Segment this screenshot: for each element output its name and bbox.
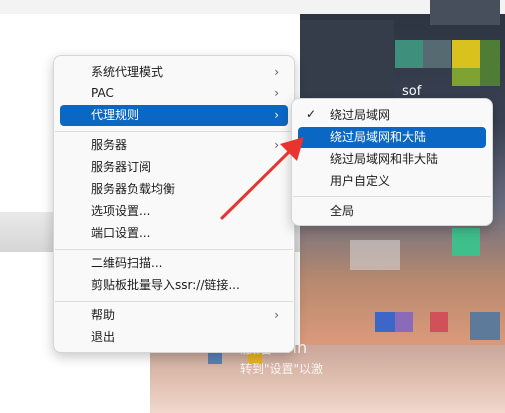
menu-item-servers[interactable]: 服务器 › bbox=[60, 135, 288, 156]
desktop-icon-tile[interactable] bbox=[452, 228, 480, 256]
desktop-icon-tile[interactable] bbox=[452, 68, 480, 86]
menu-item-label: 服务器负载均衡 bbox=[91, 182, 176, 196]
desktop-icon-tile[interactable] bbox=[375, 312, 395, 332]
submenu-item-label: 全局 bbox=[330, 204, 355, 218]
submenu-item-global[interactable]: 全局 bbox=[298, 201, 486, 222]
menu-item-label: 服务器订阅 bbox=[91, 160, 152, 174]
desktop-icon-tile[interactable] bbox=[452, 40, 480, 68]
menu-item-label: 代理规则 bbox=[91, 108, 140, 122]
desktop-icon-tile bbox=[300, 20, 394, 98]
chevron-right-icon: › bbox=[274, 138, 279, 152]
tray-context-menu: 系统代理模式 › PAC › 代理规则 › 服务器 › 服务器订阅 服务器负载均… bbox=[53, 55, 295, 353]
checkmark-icon: ✓ bbox=[306, 107, 317, 121]
menu-separator bbox=[55, 249, 293, 250]
menu-item-label: PAC bbox=[91, 86, 114, 100]
menu-item-import-clipboard[interactable]: 剪贴板批量导入ssr://链接... bbox=[60, 275, 288, 296]
submenu-item-label: 用户自定义 bbox=[330, 174, 391, 188]
menu-item-label: 退出 bbox=[91, 330, 116, 344]
menu-item-label: 端口设置... bbox=[91, 226, 151, 240]
menu-item-scan-qr[interactable]: 二维码扫描... bbox=[60, 253, 288, 274]
desktop-icon-tile[interactable] bbox=[430, 312, 448, 332]
submenu-item-user-defined[interactable]: 用户自定义 bbox=[298, 171, 486, 192]
desktop-icon-tile bbox=[430, 0, 500, 25]
menu-separator bbox=[55, 131, 293, 132]
submenu-item-bypass-lan[interactable]: ✓ 绕过局域网 bbox=[298, 105, 486, 126]
submenu-item-label: 绕过局域网和大陆 bbox=[330, 130, 427, 144]
submenu-item-label: 绕过局域网和非大陆 bbox=[330, 152, 439, 166]
chevron-right-icon: › bbox=[274, 86, 279, 100]
wallpaper-bottom bbox=[150, 345, 505, 413]
proxy-rules-submenu: ✓ 绕过局域网 绕过局域网和大陆 绕过局域网和非大陆 用户自定义 全局 bbox=[291, 98, 493, 226]
menu-item-label: 选项设置... bbox=[91, 204, 151, 218]
desktop-icon-tile[interactable] bbox=[480, 40, 500, 86]
menu-item-load-balance[interactable]: 服务器负载均衡 bbox=[60, 179, 288, 200]
menu-item-proxy-rules[interactable]: 代理规则 › bbox=[60, 105, 288, 126]
menu-item-label: 服务器 bbox=[91, 138, 128, 152]
desktop-icon-tile[interactable] bbox=[395, 40, 423, 68]
menu-item-label: 帮助 bbox=[91, 308, 116, 322]
menu-item-system-proxy-mode[interactable]: 系统代理模式 › bbox=[60, 62, 288, 83]
menu-item-label: 二维码扫描... bbox=[91, 256, 163, 270]
menu-item-exit[interactable]: 退出 bbox=[60, 327, 288, 348]
menu-separator bbox=[293, 196, 491, 197]
chevron-right-icon: › bbox=[274, 65, 279, 79]
submenu-item-bypass-lan-non-china[interactable]: 绕过局域网和非大陆 bbox=[298, 149, 486, 170]
desktop-partial-text: sof bbox=[402, 84, 422, 99]
desktop-icon-tile[interactable] bbox=[423, 40, 451, 68]
menu-item-pac[interactable]: PAC › bbox=[60, 83, 288, 104]
chevron-right-icon: › bbox=[274, 108, 279, 122]
activation-watermark-hint: 转到"设置"以激 bbox=[240, 362, 324, 376]
menu-item-server-subscription[interactable]: 服务器订阅 bbox=[60, 157, 288, 178]
menu-separator bbox=[55, 301, 293, 302]
submenu-item-label: 绕过局域网 bbox=[330, 108, 391, 122]
menu-item-help[interactable]: 帮助 › bbox=[60, 305, 288, 326]
menu-item-label: 系统代理模式 bbox=[91, 65, 164, 79]
menu-item-label: 剪贴板批量导入ssr://链接... bbox=[91, 278, 240, 292]
desktop-icon-tile[interactable] bbox=[395, 312, 413, 332]
desktop-icon-tile bbox=[350, 240, 400, 270]
desktop-icon-tile[interactable] bbox=[470, 312, 500, 340]
submenu-item-bypass-lan-china[interactable]: 绕过局域网和大陆 bbox=[298, 127, 486, 148]
menu-item-port-settings[interactable]: 端口设置... bbox=[60, 223, 288, 244]
chevron-right-icon: › bbox=[274, 308, 279, 322]
menu-item-options[interactable]: 选项设置... bbox=[60, 201, 288, 222]
